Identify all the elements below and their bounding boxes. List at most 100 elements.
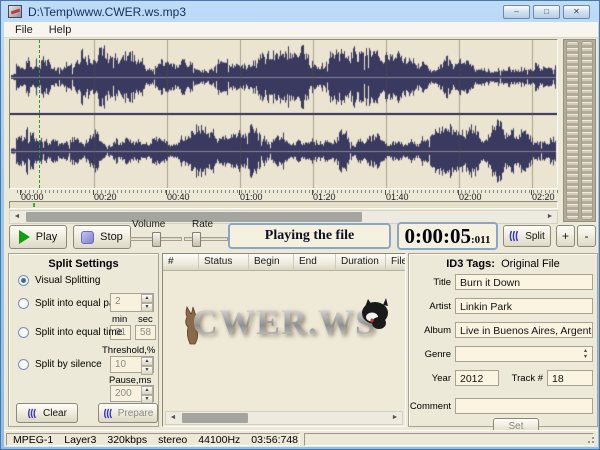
table-scrollbar[interactable]: ◄ ► bbox=[165, 411, 403, 425]
play-icon bbox=[19, 230, 30, 244]
segment-table-body[interactable]: CWER.WS bbox=[163, 271, 405, 410]
album-field[interactable]: Live in Buenos Aires, Argentin bbox=[455, 322, 593, 338]
zoom-in-button[interactable]: + bbox=[556, 225, 575, 247]
equal-time-label[interactable]: Split into equal time bbox=[35, 327, 122, 338]
time-ruler[interactable]: 00:0000:2000:4001:0001:2001:4002:0002:20 bbox=[9, 190, 558, 201]
genre-dropdown-icon[interactable]: ▴ ▾ bbox=[581, 348, 590, 360]
comment-field[interactable] bbox=[455, 398, 593, 414]
status-segment: MPEG-1 bbox=[13, 434, 53, 446]
rate-label: Rate bbox=[192, 219, 213, 230]
spin-up-icon[interactable]: ▲ bbox=[141, 386, 153, 395]
status-segment: stereo bbox=[158, 434, 187, 446]
status-bar: MPEG-1Layer3320kbpsstereo44100Hz03:56:74… bbox=[4, 430, 598, 447]
split-silence-label[interactable]: Split by silence bbox=[35, 359, 102, 370]
parts-spinner[interactable]: 2 ▲ ▼ bbox=[110, 293, 154, 312]
rate-slider[interactable] bbox=[184, 237, 228, 241]
track-field[interactable]: 18 bbox=[547, 370, 593, 386]
minimize-icon[interactable]: – bbox=[503, 5, 530, 19]
prepare-wave-icon bbox=[103, 408, 115, 419]
status-segment: Layer3 bbox=[64, 434, 96, 446]
scroll-left-icon[interactable]: ◄ bbox=[10, 211, 24, 223]
year-field[interactable]: 2012 bbox=[455, 370, 499, 386]
visual-splitting-label[interactable]: Visual Splitting bbox=[35, 275, 100, 286]
radio-split-silence[interactable] bbox=[18, 359, 29, 370]
clear-wave-icon bbox=[27, 408, 39, 419]
column-header-duration[interactable]: Duration bbox=[336, 254, 386, 271]
stop-button[interactable]: Stop bbox=[73, 225, 131, 249]
parts-spin-buttons: ▲ ▼ bbox=[141, 294, 153, 311]
menu-file[interactable]: File bbox=[7, 23, 41, 37]
radio-equal-parts[interactable] bbox=[18, 298, 29, 309]
stop-button-label: Stop bbox=[100, 231, 123, 243]
volume-slider-thumb[interactable] bbox=[152, 232, 161, 247]
combo-down-icon: ▾ bbox=[584, 354, 587, 360]
segments-table: #StatusBeginEndDurationFilename CWER.WS bbox=[162, 253, 406, 427]
menu-bar: File Help bbox=[4, 22, 598, 38]
waveform-panel bbox=[9, 39, 558, 189]
split-settings-panel: Split Settings Visual Splitting Split in… bbox=[8, 253, 159, 427]
radio-visual-splitting[interactable] bbox=[18, 275, 29, 286]
artist-field[interactable]: Linkin Park bbox=[455, 298, 593, 314]
parts-value: 2 bbox=[111, 294, 141, 311]
close-icon[interactable]: ✕ bbox=[563, 5, 590, 19]
split-button[interactable]: Split bbox=[503, 225, 551, 247]
level-meter-right bbox=[581, 41, 594, 220]
zoom-out-button[interactable]: - bbox=[577, 225, 596, 247]
scroll-right-icon[interactable]: ► bbox=[388, 412, 402, 424]
window-controls: – □ ✕ bbox=[503, 5, 590, 19]
id3-header-bold: ID3 Tags: bbox=[446, 258, 495, 270]
table-scroll-track[interactable] bbox=[180, 412, 388, 424]
playback-status-box: Playing the file bbox=[228, 223, 391, 249]
spin-up-icon[interactable]: ▲ bbox=[141, 294, 153, 303]
genre-label: Genre bbox=[409, 349, 451, 360]
column-header-status[interactable]: Status bbox=[199, 254, 249, 271]
maximize-icon[interactable]: □ bbox=[533, 5, 560, 19]
position-bar[interactable] bbox=[9, 201, 558, 209]
genre-combobox[interactable]: ▴ ▾ bbox=[455, 346, 593, 362]
stop-icon bbox=[81, 231, 94, 244]
min-label: min bbox=[112, 314, 127, 325]
comment-label: Comment bbox=[409, 401, 451, 412]
column-header-begin[interactable]: Begin bbox=[249, 254, 294, 271]
volume-slider[interactable] bbox=[130, 237, 182, 241]
prepare-button[interactable]: Prepare bbox=[98, 403, 158, 423]
sec-label: sec bbox=[138, 314, 153, 325]
scroll-left-icon[interactable]: ◄ bbox=[166, 412, 180, 424]
radio-equal-time[interactable] bbox=[18, 327, 29, 338]
status-segment: 03:56:748 bbox=[251, 434, 298, 446]
threshold-label: Threshold,% bbox=[102, 345, 155, 356]
rate-slider-thumb[interactable] bbox=[192, 232, 201, 247]
clear-button-label: Clear bbox=[43, 408, 67, 419]
window-title: D:\Temp\www.CWER.ws.mp3 bbox=[28, 5, 186, 19]
position-marker[interactable] bbox=[33, 203, 35, 207]
id3-header: ID3 Tags: Original File bbox=[409, 258, 597, 270]
cat-graphic bbox=[359, 297, 389, 331]
waveform-canvas[interactable] bbox=[10, 40, 557, 188]
spin-down-icon[interactable]: ▼ bbox=[141, 303, 153, 312]
clear-button[interactable]: Clear bbox=[16, 403, 78, 423]
threshold-spinner[interactable]: 10 ▲ ▼ bbox=[110, 356, 154, 373]
track-label: Track # bbox=[503, 373, 543, 384]
time-main: 0:00:05 bbox=[404, 224, 471, 248]
playhead-marker[interactable] bbox=[39, 40, 40, 188]
column-header-num[interactable]: # bbox=[163, 254, 199, 271]
segment-table-header: #StatusBeginEndDurationFilename bbox=[163, 254, 405, 271]
resize-grip[interactable] bbox=[592, 441, 594, 443]
menu-help[interactable]: Help bbox=[41, 23, 80, 37]
scroll-right-icon[interactable]: ► bbox=[543, 211, 557, 223]
title-field[interactable]: Burn it Down bbox=[455, 274, 593, 290]
watermark-text: CWER.WS bbox=[192, 301, 376, 343]
table-scroll-thumb[interactable] bbox=[182, 413, 248, 423]
spin-down-icon[interactable]: ▼ bbox=[141, 366, 153, 375]
play-button[interactable]: Play bbox=[9, 225, 67, 249]
pause-spinner[interactable]: 200 ▲ ▼ bbox=[110, 385, 154, 402]
split-wave-icon bbox=[509, 230, 521, 242]
time-milliseconds: :011 bbox=[471, 234, 491, 246]
column-header-end[interactable]: End bbox=[294, 254, 336, 271]
level-meter-left bbox=[566, 41, 579, 220]
column-header-filename[interactable]: Filename bbox=[386, 254, 405, 271]
split-settings-title: Split Settings bbox=[9, 258, 158, 270]
level-meters bbox=[563, 39, 596, 222]
spin-up-icon[interactable]: ▲ bbox=[141, 357, 153, 366]
sec-field[interactable]: 58 bbox=[135, 325, 156, 340]
